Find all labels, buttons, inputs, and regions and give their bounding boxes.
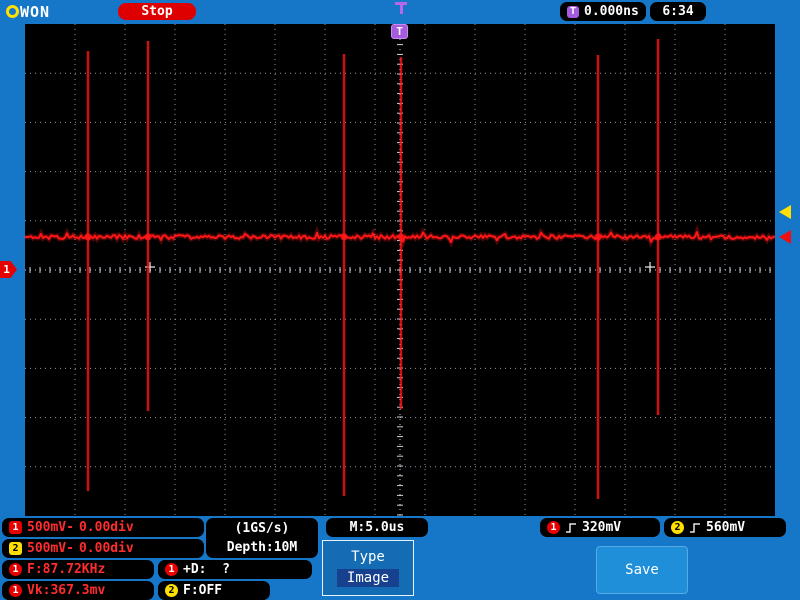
delay-ch-badge: 1 <box>165 563 178 576</box>
ch2-freq-readout: 2 F:OFF <box>158 581 270 600</box>
trigger-time-value: 0.000ns <box>584 4 639 19</box>
ch2-scale: 500mV- <box>27 541 74 556</box>
freq-ch-badge: 1 <box>9 563 22 576</box>
owon-logo: WON <box>6 2 51 21</box>
owon-logo-o-icon <box>6 5 19 18</box>
trig2-ch-badge: 2 <box>671 521 684 534</box>
ch2-trigger-level-readout: 2 560mV <box>664 518 786 537</box>
delay-value: +D: ? <box>183 562 230 577</box>
type-button-label: Type <box>351 549 385 565</box>
trig1-level-value: 320mV <box>582 520 622 535</box>
trig2-level-value: 560mV <box>706 520 746 535</box>
owon-logo-text: WON <box>20 2 51 21</box>
trigger-position-marker[interactable]: T <box>391 24 408 39</box>
foff-ch-badge: 2 <box>165 584 178 597</box>
ch1-trigger-level-arrow-icon[interactable] <box>779 230 791 244</box>
ch2-settings-readout: 2 500mV- 0.00div <box>2 539 204 558</box>
save-button-label: Save <box>625 562 659 578</box>
rising-edge-icon <box>690 522 700 533</box>
vk-readout: 1 Vk:367.3mv <box>2 581 154 600</box>
ch2-offset: 0.00div <box>78 541 134 556</box>
waveform-svg <box>25 24 775 516</box>
rising-edge-icon <box>566 522 576 533</box>
clock: 6:34 <box>650 2 706 21</box>
ch2-badge: 2 <box>9 542 22 555</box>
scope-display <box>25 24 775 516</box>
ch1-level-marker[interactable]: 1 <box>0 261 17 278</box>
delay-readout: 1 +D: ? <box>158 560 312 579</box>
trigger-time-readout: T 0.000ns <box>560 2 646 21</box>
ch1-settings-readout: 1 500mV- 0.00div <box>2 518 204 537</box>
timebase-readout: M:5.0us <box>326 518 428 537</box>
type-image-button[interactable]: Type Image <box>322 540 414 596</box>
sampling-readout: (1GS/s) Depth:10M <box>206 518 318 558</box>
trigger-position-caret-icon <box>395 2 407 16</box>
ch1-badge: 1 <box>9 521 22 534</box>
sample-rate: (1GS/s) <box>234 520 290 536</box>
foff-value: F:OFF <box>183 583 223 598</box>
trig1-ch-badge: 1 <box>547 521 560 534</box>
oscilloscope-ui: WON Stop T 0.000ns 6:34 T 1 1 500mV- 0.0… <box>0 0 800 600</box>
ch1-trigger-level-readout: 1 320mV <box>540 518 660 537</box>
ch1-scale: 500mV- <box>27 520 74 535</box>
save-button[interactable]: Save <box>596 546 688 594</box>
memory-depth: Depth:10M <box>226 539 298 555</box>
ch1-offset: 0.00div <box>78 520 134 535</box>
vk-ch-badge: 1 <box>9 584 22 597</box>
run-state-badge: Stop <box>118 3 196 20</box>
vk-value: Vk:367.3mv <box>27 583 106 598</box>
freq-value: F:87.72KHz <box>27 562 106 577</box>
type-button-value: Image <box>336 569 400 587</box>
frequency-readout: 1 F:87.72KHz <box>2 560 154 579</box>
trigger-t-icon: T <box>567 5 579 18</box>
ch2-trigger-level-arrow-icon[interactable] <box>779 205 791 219</box>
